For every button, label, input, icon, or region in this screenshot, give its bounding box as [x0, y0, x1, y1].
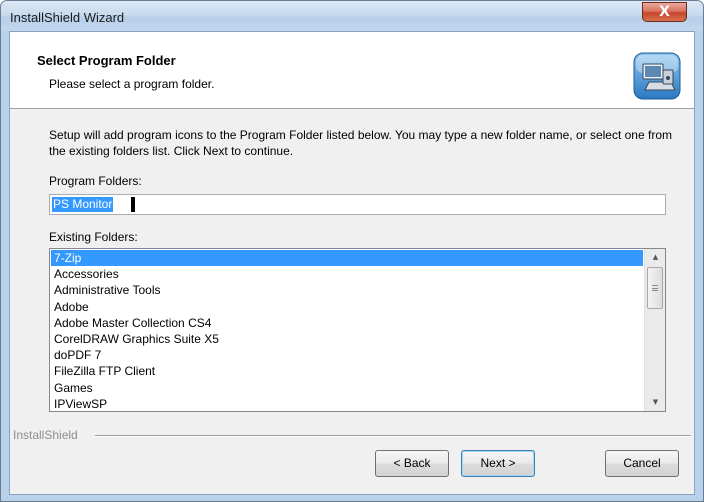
- folder-list-item[interactable]: Accessories: [51, 266, 643, 282]
- folder-list-item[interactable]: FileZilla FTP Client: [51, 363, 643, 379]
- folder-list-item[interactable]: Games: [51, 380, 643, 396]
- text-caret: [131, 197, 135, 212]
- folder-list-item[interactable]: doPDF 7: [51, 347, 643, 363]
- program-folder-input[interactable]: PS Monitor: [49, 194, 666, 215]
- back-button[interactable]: < Back: [375, 450, 449, 477]
- folder-list-item[interactable]: CorelDRAW Graphics Suite X5: [51, 331, 643, 347]
- installshield-branding: InstallShield: [10, 428, 694, 442]
- wizard-header: Select Program Folder Please select a pr…: [10, 32, 694, 109]
- folder-list-item[interactable]: Administrative Tools: [51, 282, 643, 298]
- existing-folders-list[interactable]: 7-Zip Accessories Administrative Tools Adob…: [49, 248, 666, 412]
- folder-list-item[interactable]: Adobe Master Collection CS4: [51, 315, 643, 331]
- instructions-text: Setup will add program icons to the Prog…: [49, 128, 672, 158]
- program-folder-value: PS Monitor: [52, 197, 114, 212]
- brand-label: InstallShield: [13, 428, 84, 442]
- scroll-thumb[interactable]: [647, 267, 663, 309]
- page-subtitle: Please select a program folder.: [49, 77, 215, 91]
- folder-list-items: 7-Zip Accessories Administrative Tools Adob…: [51, 250, 643, 411]
- installshield-window: InstallShield Wizard X Select Program Fo…: [0, 0, 704, 502]
- folder-list-item[interactable]: IPViewSP: [51, 396, 643, 411]
- close-icon: X: [659, 4, 670, 20]
- cancel-button[interactable]: Cancel: [605, 450, 679, 477]
- close-button[interactable]: X: [642, 2, 687, 22]
- window-title: InstallShield Wizard: [10, 10, 125, 25]
- folder-list-item[interactable]: 7-Zip: [51, 250, 643, 267]
- title-bar[interactable]: InstallShield Wizard X: [1, 1, 703, 31]
- grip-icon: [652, 285, 658, 291]
- page-title: Select Program Folder: [37, 53, 176, 68]
- setup-computer-icon: [633, 52, 681, 100]
- divider: [95, 435, 691, 437]
- scroll-down-arrow-icon[interactable]: ▼: [645, 394, 665, 411]
- wizard-client-area: Select Program Folder Please select a pr…: [9, 31, 695, 495]
- list-scrollbar[interactable]: ▲ ▼: [644, 249, 665, 411]
- scroll-up-arrow-icon[interactable]: ▲: [645, 249, 665, 266]
- next-button[interactable]: Next >: [461, 450, 535, 477]
- folder-list-item[interactable]: Adobe: [51, 299, 643, 315]
- existing-folders-label: Existing Folders:: [49, 230, 138, 244]
- program-folders-label: Program Folders:: [49, 174, 142, 188]
